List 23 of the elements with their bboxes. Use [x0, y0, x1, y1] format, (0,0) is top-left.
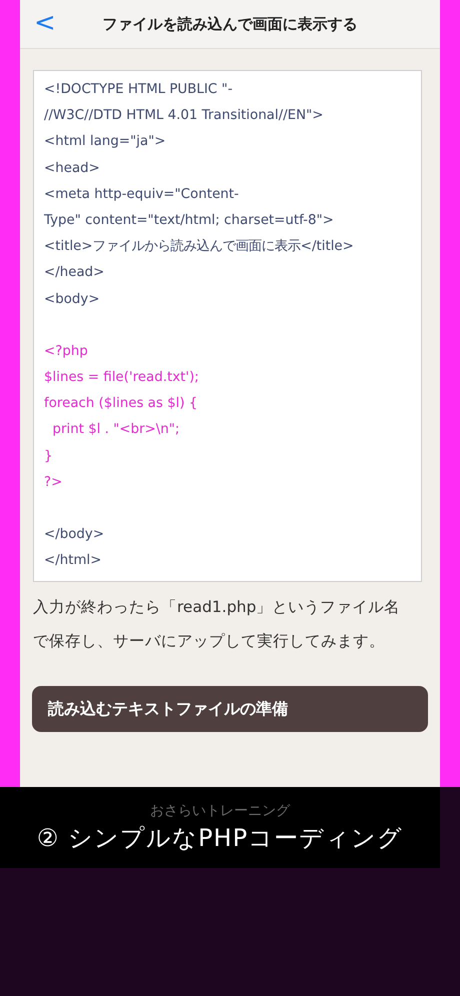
code-line: //W3C//DTD HTML 4.01 Transitional//EN"> — [44, 107, 324, 126]
code-line: <title>ファイルから読み込んで画面に表示</title> — [44, 238, 355, 256]
code-line: </head> — [44, 264, 106, 282]
code-line: Type" content="text/html; charset=utf-8"> — [44, 212, 335, 230]
paragraph: 入力が終わったら「read1.php」というファイル名で保存し、サーバにアップして実行してみます。 — [33, 597, 402, 652]
code-line: <?php — [44, 342, 89, 361]
code-line: </body> — [44, 526, 106, 544]
code-line: <body> — [44, 290, 101, 308]
code-line: </html> — [44, 552, 102, 570]
code-line: print $l . "<br>\n"; — [52, 421, 181, 440]
code-line: <meta http-equiv="Content- — [44, 186, 240, 204]
caption-text: ② シンプルなPHPコーディング — [36, 822, 404, 854]
code-line: } — [44, 448, 54, 466]
code-line: $lines = file('read.txt'); — [44, 369, 200, 388]
back-button[interactable]: < — [30, 8, 60, 38]
window-title: ファイルを読み込んで画面に表示する — [102, 14, 358, 34]
code-line: ?> — [44, 474, 64, 492]
section-link[interactable]: おさらいトレーニング — [150, 802, 290, 820]
code-line: <html lang="ja"> — [44, 133, 167, 152]
code-line: <!DOCTYPE HTML PUBLIC "- — [44, 81, 234, 99]
code-line: <head> — [44, 160, 101, 178]
code-line: foreach ($lines as $l) { — [44, 395, 198, 414]
section-button[interactable]: 読み込むテキストファイルの準備 — [32, 686, 428, 732]
